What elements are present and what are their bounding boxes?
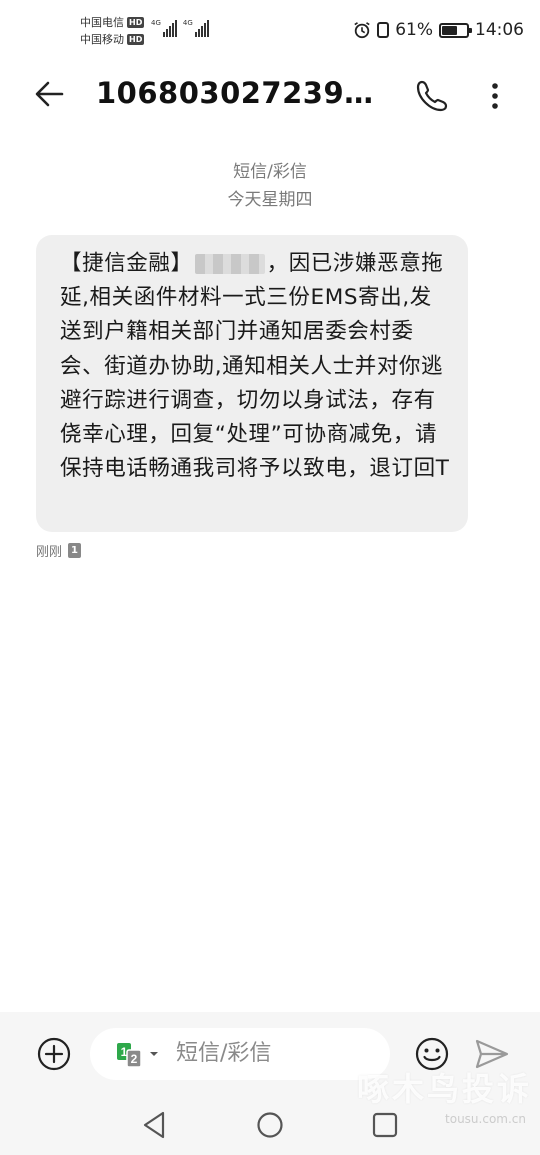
message-meta: 刚刚 1: [36, 541, 82, 560]
sim-badge: 1: [68, 543, 82, 558]
phone-icon[interactable]: [412, 76, 452, 116]
nav-home-icon[interactable]: [256, 1111, 284, 1139]
hd-badge: HD: [127, 34, 145, 45]
battery-percent: 61%: [395, 20, 433, 40]
hd-badge: HD: [127, 17, 145, 28]
conversation-title: 106803027239101…: [96, 76, 386, 110]
chevron-down-icon: [150, 1052, 158, 1056]
signal-indicators: 4G 4G: [151, 19, 209, 37]
carrier-2-label: 中国移动: [80, 33, 124, 46]
message-sender-tag: 【捷信金融】: [60, 251, 193, 276]
alarm-icon: [354, 22, 370, 39]
message-bubble[interactable]: 【捷信金融】 ，因已涉嫌恶意拖延,相关函件材料一式三份EMS寄出,发送到户籍相关部…: [36, 235, 468, 532]
conversation-meta: 短信/彩信 今天星期四: [0, 158, 540, 214]
signal-2-icon: 4G: [183, 19, 209, 37]
sim-secondary-number: 2: [131, 1052, 138, 1066]
message-body: ，因已涉嫌恶意拖延,相关函件材料一式三份EMS寄出,发送到户籍相关部门并通知居委…: [60, 251, 450, 482]
carrier-1-label: 中国电信: [80, 16, 124, 29]
clock: 14:06: [475, 20, 524, 40]
message-text: 【捷信金融】 ，因已涉嫌恶意拖延,相关函件材料一式三份EMS寄出,发送到户籍相关部…: [60, 247, 452, 486]
battery-icon: [439, 22, 472, 38]
message-time: 刚刚: [36, 545, 63, 560]
network-type-label: 4G: [182, 19, 193, 27]
carrier-info: 中国电信 HD 中国移动 HD: [80, 14, 145, 48]
nav-recents-icon[interactable]: [371, 1111, 399, 1139]
watermark-text: 啄木鸟投诉: [356, 1070, 532, 1108]
network-type-label: 4G: [151, 19, 161, 27]
nav-back-icon[interactable]: [141, 1110, 167, 1140]
status-right: 61% 14:06: [353, 20, 524, 40]
vibrate-icon: [377, 22, 390, 38]
more-vert-icon[interactable]: [480, 76, 510, 116]
redacted-name: [194, 254, 265, 274]
input-placeholder: 短信/彩信: [176, 1041, 272, 1066]
watermark-url: tousu.com.cn: [445, 1112, 526, 1126]
add-attachment-icon[interactable]: [34, 1034, 74, 1074]
conversation-header: 106803027239101…: [0, 62, 540, 126]
sim-switch-icon[interactable]: 1 2: [116, 1041, 162, 1069]
back-arrow-icon[interactable]: [30, 74, 70, 114]
status-bar: 中国电信 HD 中国移动 HD 4G 4G 61% 14:06: [0, 0, 540, 62]
message-type-label: 短信/彩信: [233, 162, 307, 182]
date-label: 今天星期四: [227, 190, 313, 210]
message-input[interactable]: 1 2 短信/彩信: [90, 1028, 390, 1080]
signal-1-icon: 4G: [151, 19, 177, 37]
